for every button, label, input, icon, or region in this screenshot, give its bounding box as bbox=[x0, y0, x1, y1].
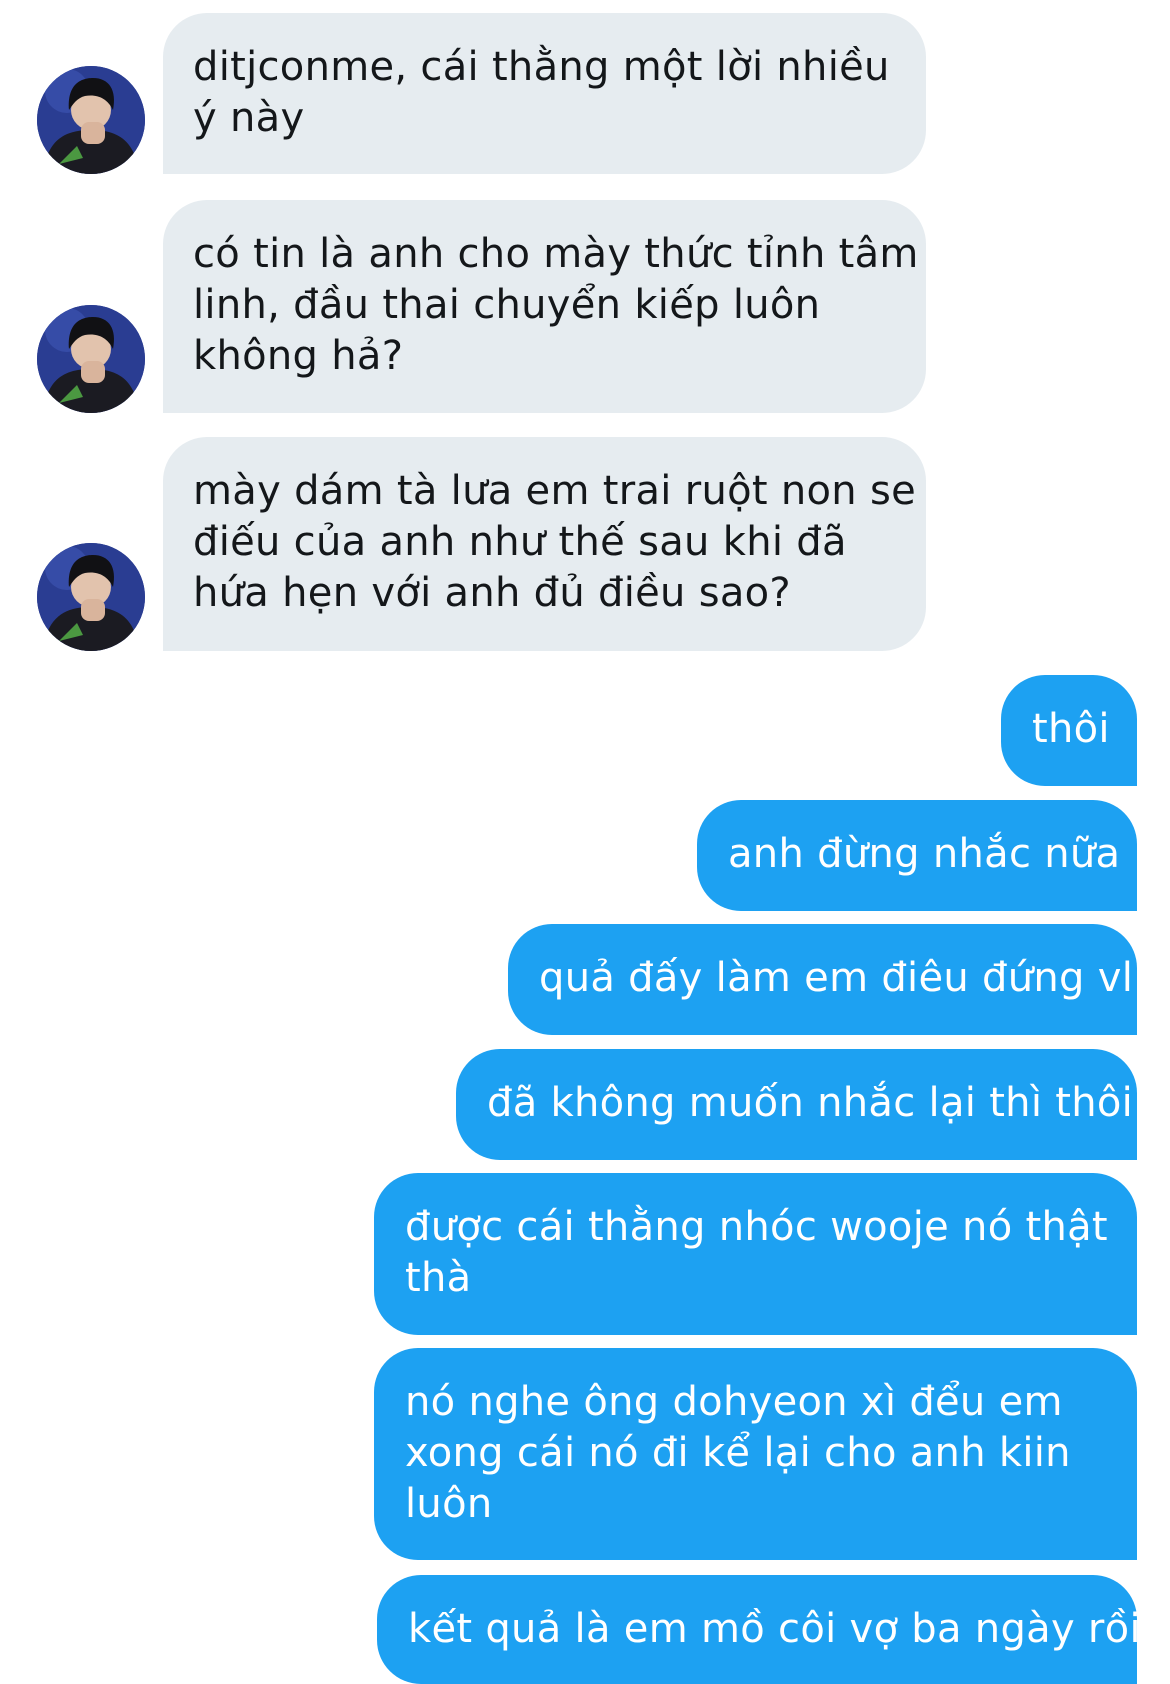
message-bubble-outgoing[interactable]: nó nghe ông dohyeon xì đểu em xong cái n… bbox=[374, 1348, 1137, 1560]
message-text: được cái thằng nhóc wooje nó thật bbox=[405, 1204, 1108, 1250]
message-bubble-incoming[interactable]: có tin là anh cho mày thức tỉnh tâm linh… bbox=[163, 200, 926, 413]
message-text: luôn bbox=[405, 1481, 493, 1527]
message-text: đã không muốn nhắc lại thì thôi bbox=[487, 1080, 1134, 1126]
message-bubble-incoming[interactable]: ditjconme, cái thằng một lời nhiều ý này bbox=[163, 13, 926, 174]
message-bubble-outgoing[interactable]: quả đấy làm em điêu đứng vl bbox=[508, 924, 1137, 1035]
message-bubble-outgoing[interactable]: anh đừng nhắc nữa bbox=[697, 800, 1137, 911]
avatar[interactable] bbox=[37, 66, 145, 174]
message-text: điếu của anh như thế sau khi đã bbox=[193, 519, 847, 565]
message-text: ditjconme, cái thằng một lời nhiều bbox=[193, 44, 890, 90]
message-bubble-outgoing[interactable]: thôi bbox=[1001, 675, 1137, 786]
message-text: anh đừng nhắc nữa bbox=[728, 831, 1121, 877]
avatar-photo-icon bbox=[37, 543, 145, 651]
message-text: mày dám tà lưa em trai ruột non se bbox=[193, 468, 917, 514]
avatar[interactable] bbox=[37, 543, 145, 651]
message-text: không hả? bbox=[193, 333, 404, 379]
message-text: ý này bbox=[193, 95, 305, 141]
message-bubble-outgoing[interactable]: được cái thằng nhóc wooje nó thật thà bbox=[374, 1173, 1137, 1335]
message-bubble-incoming[interactable]: mày dám tà lưa em trai ruột non se điếu … bbox=[163, 437, 926, 651]
message-bubble-outgoing[interactable]: kết quả là em mồ côi vợ ba ngày rồi bbox=[377, 1575, 1141, 1684]
message-text: nó nghe ông dohyeon xì đểu em bbox=[405, 1379, 1063, 1425]
message-text: có tin là anh cho mày thức tỉnh tâm bbox=[193, 231, 919, 277]
conversation-view: ditjconme, cái thằng một lời nhiều ý này… bbox=[0, 0, 1170, 1684]
avatar-photo-icon bbox=[37, 66, 145, 174]
message-text: hứa hẹn với anh đủ điều sao? bbox=[193, 570, 791, 616]
message-text: xong cái nó đi kể lại cho anh kiin bbox=[405, 1430, 1071, 1476]
message-text: kết quả là em mồ côi vợ ba ngày rồi bbox=[408, 1606, 1141, 1652]
avatar[interactable] bbox=[37, 305, 145, 413]
message-bubble-outgoing[interactable]: đã không muốn nhắc lại thì thôi bbox=[456, 1049, 1137, 1160]
message-text: quả đấy làm em điêu đứng vl bbox=[539, 955, 1134, 1001]
message-text: linh, đầu thai chuyển kiếp luôn bbox=[193, 282, 821, 328]
avatar-photo-icon bbox=[37, 305, 145, 413]
message-text: thôi bbox=[1032, 706, 1110, 752]
message-text: thà bbox=[405, 1255, 472, 1301]
